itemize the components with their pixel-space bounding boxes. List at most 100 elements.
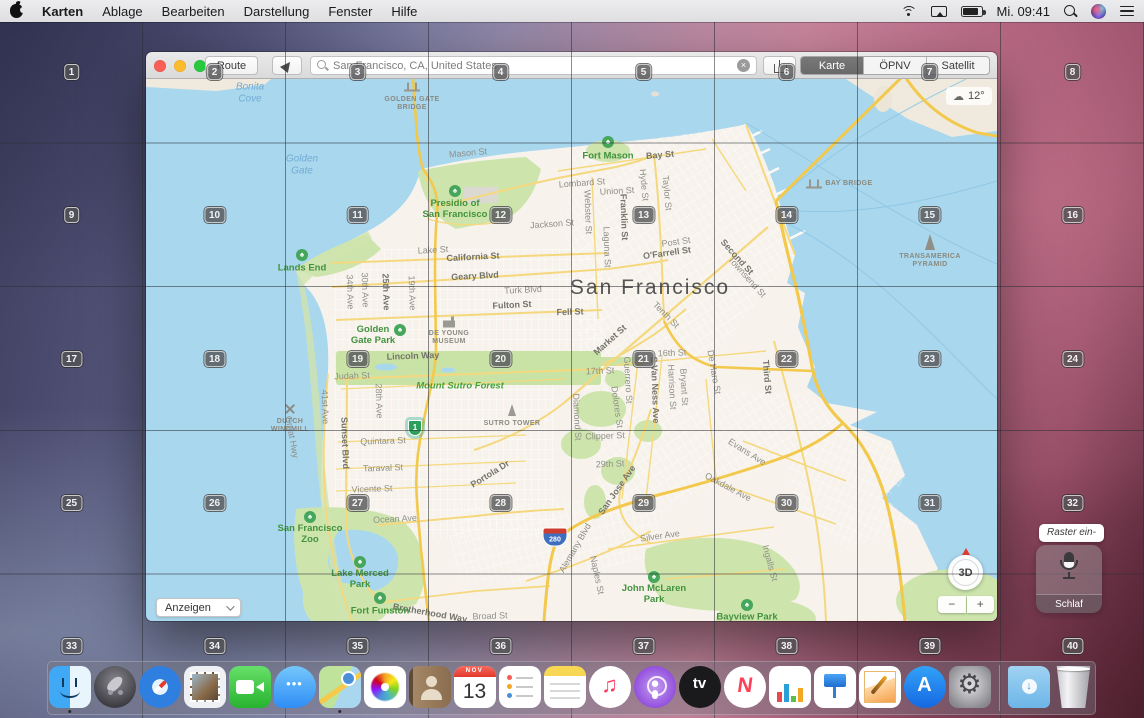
menu-item-ablage[interactable]: Ablage [102, 4, 142, 19]
zoom-in-button[interactable]: + [967, 596, 995, 613]
search-text: San Francisco, CA, United States [333, 60, 732, 72]
zoom-out-button[interactable]: − [938, 596, 966, 613]
dock-icon-facetime[interactable] [229, 666, 271, 708]
dock-icon-contacts[interactable] [409, 666, 451, 708]
dock-item-appstore [904, 666, 946, 710]
dock-icon-finder[interactable] [49, 666, 91, 708]
dock-icon-tv[interactable] [679, 666, 721, 708]
running-indicator [338, 710, 342, 714]
map-label-lombard-st: Lombard St [558, 176, 605, 190]
dock-icon-podcasts[interactable] [634, 666, 676, 708]
dock-icon-notes[interactable] [544, 666, 586, 708]
dock-icon-keynote[interactable] [814, 666, 856, 708]
show-dropdown[interactable]: Anzeigen [156, 598, 241, 617]
dock-icon-settings[interactable] [949, 666, 991, 708]
dock-icon-reminders[interactable] [499, 666, 541, 708]
map-label-25th-ave: 25th Ave [380, 273, 392, 310]
voice-control-state[interactable]: Schlaf [1036, 594, 1102, 613]
dock-item-photos [364, 666, 406, 710]
poi-de-young-museum: DE YOUNG MUSEUM [429, 330, 469, 346]
location-arrow-icon [280, 58, 294, 72]
menu-item-fenster[interactable]: Fenster [328, 4, 372, 19]
3d-compass-button[interactable]: 3D [948, 555, 983, 590]
poi-sutro-tower: SUTRO TOWER [484, 420, 541, 428]
dock-icon-music[interactable] [589, 666, 631, 708]
water-label-bonita-cove: Bonita Cove [236, 82, 264, 105]
route-button[interactable]: Route [205, 56, 258, 75]
poi-transamerica-pyramid: TRANSAMERICA PYRAMID [899, 253, 961, 269]
menu-items: Karten Ablage Bearbeiten Darstellung Fenster… [42, 4, 417, 19]
park-fort-funston: Fort Funston [351, 607, 410, 618]
map-label-vicente-st: Vicente St [351, 483, 392, 495]
airplay-display-icon[interactable] [931, 6, 947, 17]
battery-icon[interactable] [961, 6, 983, 17]
search-field[interactable]: San Francisco, CA, United States × [310, 56, 757, 75]
weather-badge: ☁ 12° [946, 87, 992, 105]
spotlight-search-icon[interactable] [1064, 5, 1077, 18]
map-label-union-st: Union St [599, 185, 634, 197]
map-label-san-jose-ave: San Jose Ave [596, 463, 638, 516]
map-label-broad-st: Broad St [472, 610, 507, 621]
map-label-17th-st: 17th St [586, 365, 615, 376]
dock-icon-mail[interactable] [184, 666, 226, 708]
segment-karte[interactable]: Karte [801, 57, 864, 74]
siri-icon[interactable] [1091, 4, 1106, 19]
map-canvas[interactable]: Bonita CoveGolden GateGOLDEN GATE BRIDGE… [146, 79, 997, 621]
dock-icon-safari[interactable] [139, 666, 181, 708]
apple-menu-icon[interactable] [10, 4, 23, 18]
map-label-brotherhood-way: Brotherhood Way [392, 601, 468, 621]
map-label-taraval-st: Taraval St [363, 462, 403, 474]
map-label-webster-st: Webster St [582, 190, 594, 235]
menu-item-karten[interactable]: Karten [42, 4, 83, 19]
dock-icon-downloads[interactable] [1008, 666, 1050, 708]
dock-icon-photos[interactable] [364, 666, 406, 708]
current-location-button[interactable] [272, 56, 302, 75]
calendar-month: NOV [454, 666, 496, 677]
cloud-icon: ☁ [953, 90, 964, 103]
dock-item-tv [679, 666, 721, 710]
map-label-dolores-st: Dolores St [609, 385, 625, 428]
city-label-san-francisco: San Francisco [570, 276, 730, 300]
grid-cell-16: 16 [1062, 207, 1083, 223]
dock-icon-calendar[interactable]: NOV13 [454, 666, 496, 708]
mclaren-park-icon [648, 571, 660, 583]
lands-end-icon [296, 249, 308, 261]
menu-item-bearbeiten[interactable]: Bearbeiten [162, 4, 225, 19]
chevron-down-icon [226, 602, 234, 610]
menu-item-hilfe[interactable]: Hilfe [391, 4, 417, 19]
dock-icon-appstore[interactable] [904, 666, 946, 708]
notification-center-icon[interactable] [1120, 6, 1134, 17]
segment-satellit[interactable]: Satellit [927, 57, 989, 74]
dock-icon-numbers[interactable] [769, 666, 811, 708]
map-label-s-van-ness-ave: S Van Ness Ave [649, 356, 662, 423]
dock-icon-launchpad[interactable] [94, 666, 136, 708]
grid-cell-33: 33 [61, 638, 82, 654]
map-label-16th-st: 16th St [658, 347, 687, 358]
dock-icon-news[interactable] [724, 666, 766, 708]
segment-öpnv[interactable]: ÖPNV [864, 57, 927, 74]
close-button[interactable] [154, 60, 166, 72]
shield-ca1: 1 [408, 420, 422, 436]
map-label-hyde-st: Hyde St [637, 169, 650, 202]
map-label-taylor-st: Taylor St [660, 175, 673, 211]
park-lake-merced: Lake Merced Park [331, 569, 389, 591]
sutro-tower-icon [508, 404, 516, 416]
menu-clock[interactable]: Mi. 09:41 [997, 4, 1050, 19]
lake-merced-icon [354, 556, 366, 568]
dock-item-calendar: NOV13 [454, 666, 496, 710]
wifi-icon[interactable] [901, 6, 917, 17]
share-button[interactable] [763, 56, 796, 75]
minimize-button[interactable] [174, 60, 186, 72]
park-lands-end: Lands End [278, 264, 327, 275]
map-label-ocean-ave: Ocean Ave [373, 513, 417, 526]
grid-cell-38: 38 [776, 638, 797, 654]
dock-icon-pages[interactable] [859, 666, 901, 708]
dock-icon-trash[interactable] [1053, 666, 1095, 708]
dock-icon-messages[interactable] [274, 666, 316, 708]
menu-item-darstellung[interactable]: Darstellung [244, 4, 310, 19]
grid-cell-37: 37 [633, 638, 654, 654]
dock-icon-maps[interactable] [319, 666, 361, 708]
clear-search-icon[interactable]: × [737, 59, 750, 72]
presidio-icon [449, 185, 461, 197]
map-label-mason-st: Mason St [449, 146, 488, 160]
